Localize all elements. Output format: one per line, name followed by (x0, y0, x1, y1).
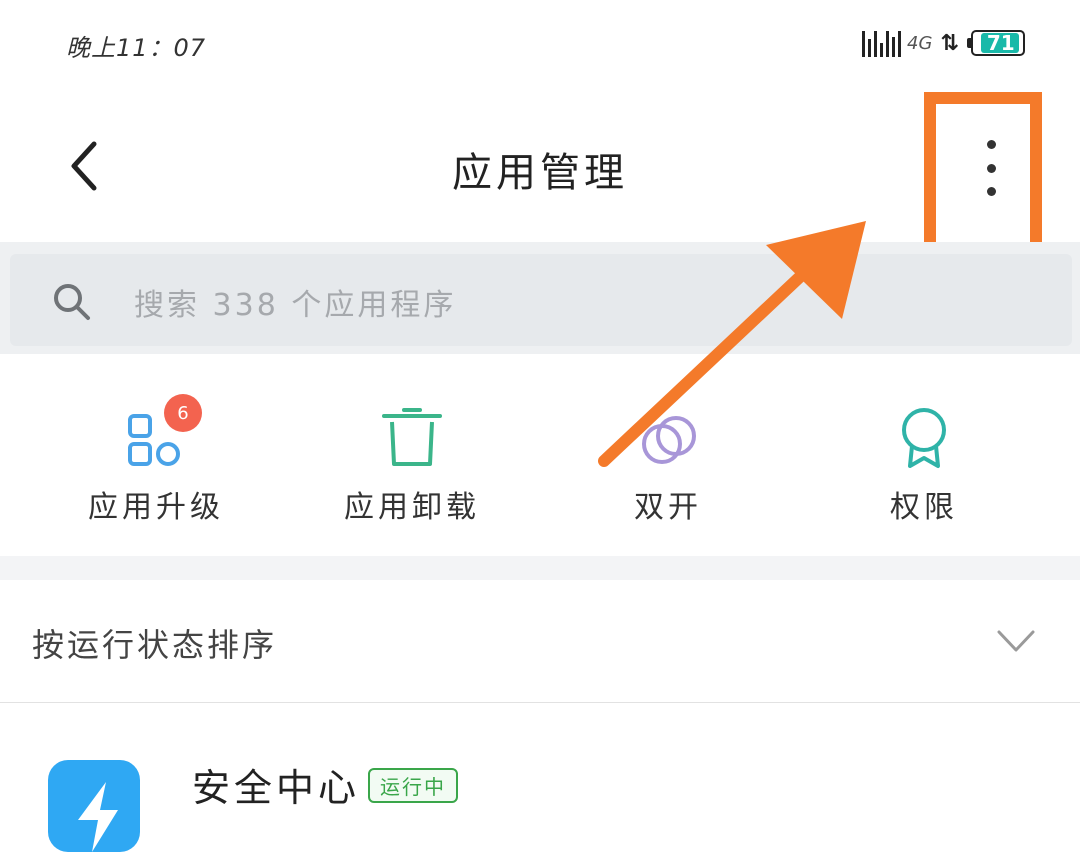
status-badge: 运行中 (368, 768, 458, 803)
highlight-box (924, 92, 1042, 254)
qa-label: 权限 (890, 490, 958, 525)
security-center-app-icon (48, 760, 140, 852)
divider (0, 702, 1080, 703)
search-placeholder: 搜索 338 个应用程序 (134, 288, 457, 323)
qa-app-update[interactable]: 6 应用升级 (56, 394, 256, 526)
status-time: 晚上11：07 (66, 34, 207, 62)
qa-label: 应用卸载 (344, 490, 480, 525)
battery-icon: 71 (966, 30, 1025, 56)
data-transfer-icon: ⇅ (940, 30, 959, 56)
section-divider (0, 556, 1080, 580)
annotation-arrow-icon (598, 221, 866, 467)
search-icon (54, 284, 90, 320)
battery-level: 71 (986, 31, 1015, 55)
update-count-badge: 6 (164, 394, 202, 432)
chevron-down-icon (997, 630, 1035, 652)
trash-icon (380, 400, 444, 472)
badge-ribbon-icon (892, 400, 956, 472)
sort-label: 按运行状态排序 (32, 626, 278, 664)
signal-icon (862, 29, 901, 57)
qa-app-uninstall[interactable]: 应用卸载 (312, 400, 512, 526)
list-item[interactable] (0, 720, 1080, 797)
qa-label: 双开 (634, 490, 702, 525)
page-title: 应用管理 (452, 150, 628, 196)
status-indicators: 4G ⇅ 71 (862, 26, 1025, 60)
network-type: 4G (907, 32, 933, 54)
qa-label: 应用升级 (88, 490, 224, 525)
apps-grid-icon: 6 (124, 394, 202, 472)
app-name: 安全中心 (192, 766, 361, 810)
